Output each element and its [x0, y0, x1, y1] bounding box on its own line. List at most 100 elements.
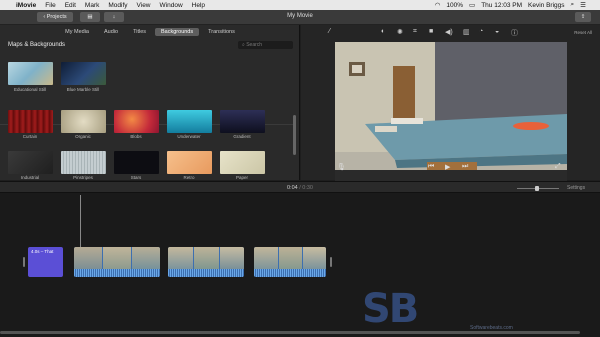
share-icon: ⇪	[580, 14, 586, 20]
list-icon[interactable]: ☰	[580, 1, 586, 9]
tab-backgrounds[interactable]: Backgrounds	[155, 28, 200, 36]
toolbar: ‹ Projects ▤ ↓ My Movie ⇪	[0, 10, 600, 25]
bg-label: Paper	[235, 175, 248, 180]
clip-frame	[279, 247, 302, 269]
speed-icon[interactable]: ◔	[479, 28, 483, 35]
user-name[interactable]: Kevin Briggs	[528, 2, 565, 9]
color-balance-icon[interactable]: ◐	[381, 28, 385, 35]
skip-back-icon[interactable]: ⏮	[428, 163, 434, 171]
bg-label: Industrial	[20, 175, 40, 180]
bg-thumb-blobs[interactable]	[114, 110, 159, 133]
play-icon[interactable]: ▶	[445, 163, 450, 171]
clock[interactable]: Thu 12:03 PM	[481, 2, 522, 9]
bg-label: Organic	[75, 134, 91, 139]
bg-label: Blobs	[130, 134, 142, 139]
microphone-icon[interactable]: 🎙	[337, 163, 346, 171]
section-title: Maps & Backgrounds	[8, 42, 66, 48]
clip-frame	[168, 247, 193, 269]
bg-thumb-industrial[interactable]	[8, 151, 53, 174]
video-preview[interactable]	[335, 42, 567, 185]
menu-modify[interactable]: Modify	[108, 2, 127, 9]
bg-label: Gradient	[233, 134, 251, 139]
audio-waveform	[254, 269, 326, 277]
menu-file[interactable]: File	[45, 2, 55, 9]
timecode-total: / 0:30	[299, 185, 313, 191]
audio-waveform	[74, 269, 160, 277]
magic-wand-icon[interactable]: ⁄	[329, 28, 330, 35]
search-input[interactable]: ⌕ Search	[238, 41, 293, 49]
window-title: My Movie	[287, 13, 313, 19]
search-icon[interactable]: ⌕	[571, 1, 575, 9]
color-correction-icon[interactable]: ✺	[397, 28, 403, 36]
info-icon[interactable]: ⓘ	[511, 28, 518, 38]
browser-scrollbar[interactable]	[293, 115, 296, 155]
filter-icon[interactable]: ◒	[495, 28, 499, 35]
timecode-current: 0:04	[286, 185, 298, 191]
bg-thumb-stars[interactable]	[114, 151, 159, 174]
crop-icon[interactable]: ⌗	[413, 28, 417, 36]
zoom-slider-knob[interactable]	[535, 186, 539, 191]
tab-my-media[interactable]: My Media	[59, 28, 95, 36]
volume-icon[interactable]: ◀)	[445, 28, 453, 36]
settings-button[interactable]: Settings	[567, 185, 585, 191]
title-clip[interactable]: 4.0s – That	[28, 247, 63, 277]
bg-label: Stars	[130, 175, 142, 180]
fullscreen-icon[interactable]: ⤢	[555, 163, 561, 171]
clip-handle[interactable]	[23, 257, 25, 267]
timeline-scrollbar[interactable]	[0, 331, 580, 334]
share-button[interactable]: ⇪	[575, 12, 591, 22]
menu-bar: iMovie File Edit Mark Modify View Window…	[0, 0, 600, 10]
browser-tabs: My Media Audio Titles Backgrounds Transi…	[0, 25, 300, 38]
bg-thumb-underwater[interactable]	[167, 110, 212, 133]
clip-frame	[194, 247, 219, 269]
bg-thumb-organic[interactable]	[61, 110, 106, 133]
skip-forward-icon[interactable]: ⏭	[462, 163, 468, 171]
battery-percent: 100%	[446, 1, 464, 9]
clip-frame	[220, 247, 244, 269]
clip-frame	[74, 247, 102, 269]
clip-handle[interactable]	[330, 257, 332, 267]
bg-label: Underwater	[177, 134, 201, 139]
video-clip[interactable]	[168, 247, 244, 277]
stabilize-icon[interactable]: ■	[429, 28, 433, 35]
audio-waveform	[168, 269, 244, 277]
reset-all-button[interactable]: Reset All	[574, 30, 592, 35]
bg-thumb-paper[interactable]	[220, 151, 265, 174]
video-clip[interactable]	[254, 247, 326, 277]
bg-thumb-retro[interactable]	[167, 151, 212, 174]
adjust-toolbar: ⁄ ◐ ✺ ⌗ ■ ◀) ▥ ◔ ◒ ⓘ Reset All	[301, 25, 600, 40]
watermark-logo: SB	[362, 286, 419, 332]
watermark-caption: Softwarebeats.com	[470, 325, 513, 331]
tab-titles[interactable]: Titles	[127, 28, 152, 36]
menu-window[interactable]: Window	[160, 2, 183, 9]
bg-label: Retro	[183, 175, 195, 180]
battery-icon[interactable]: ▭	[469, 1, 475, 9]
clip-frame	[132, 247, 160, 269]
map-thumb-blue-marble[interactable]	[61, 62, 106, 85]
menu-app[interactable]: iMovie	[16, 2, 36, 9]
tab-audio[interactable]: Audio	[98, 28, 124, 36]
timeline-header: 0:04 / 0:30 Settings	[0, 181, 600, 193]
video-clip[interactable]	[74, 247, 160, 277]
viewer: ⁄ ◐ ✺ ⌗ ■ ◀) ▥ ◔ ◒ ⓘ Reset All 🎙 ⏮ ▶ ⏭ ⤢	[301, 25, 600, 185]
map-thumb-educational[interactable]	[8, 62, 53, 85]
tab-transitions[interactable]: Transitions	[202, 28, 241, 36]
map-label: Educational Still	[13, 87, 47, 92]
bg-thumb-curtain[interactable]	[8, 110, 53, 133]
noise-reduction-icon[interactable]: ▥	[463, 28, 470, 36]
menu-mark[interactable]: Mark	[85, 2, 99, 9]
bg-thumb-gradient[interactable]	[220, 110, 265, 133]
bg-label: Pinstripes	[73, 175, 93, 180]
content-browser: My Media Audio Titles Backgrounds Transi…	[0, 25, 300, 180]
bg-label: Curtain	[22, 134, 38, 139]
clip-frame	[103, 247, 131, 269]
menu-edit[interactable]: Edit	[65, 2, 76, 9]
menu-view[interactable]: View	[137, 2, 151, 9]
map-label: Blue Marble Still	[66, 87, 100, 92]
menu-help[interactable]: Help	[192, 2, 205, 9]
timeline: 4.0s – That	[0, 193, 600, 337]
bg-thumb-pinstripes[interactable]	[61, 151, 106, 174]
clip-frame	[303, 247, 326, 269]
wifi-icon[interactable]: ◠	[435, 1, 441, 9]
clip-frame	[254, 247, 278, 269]
